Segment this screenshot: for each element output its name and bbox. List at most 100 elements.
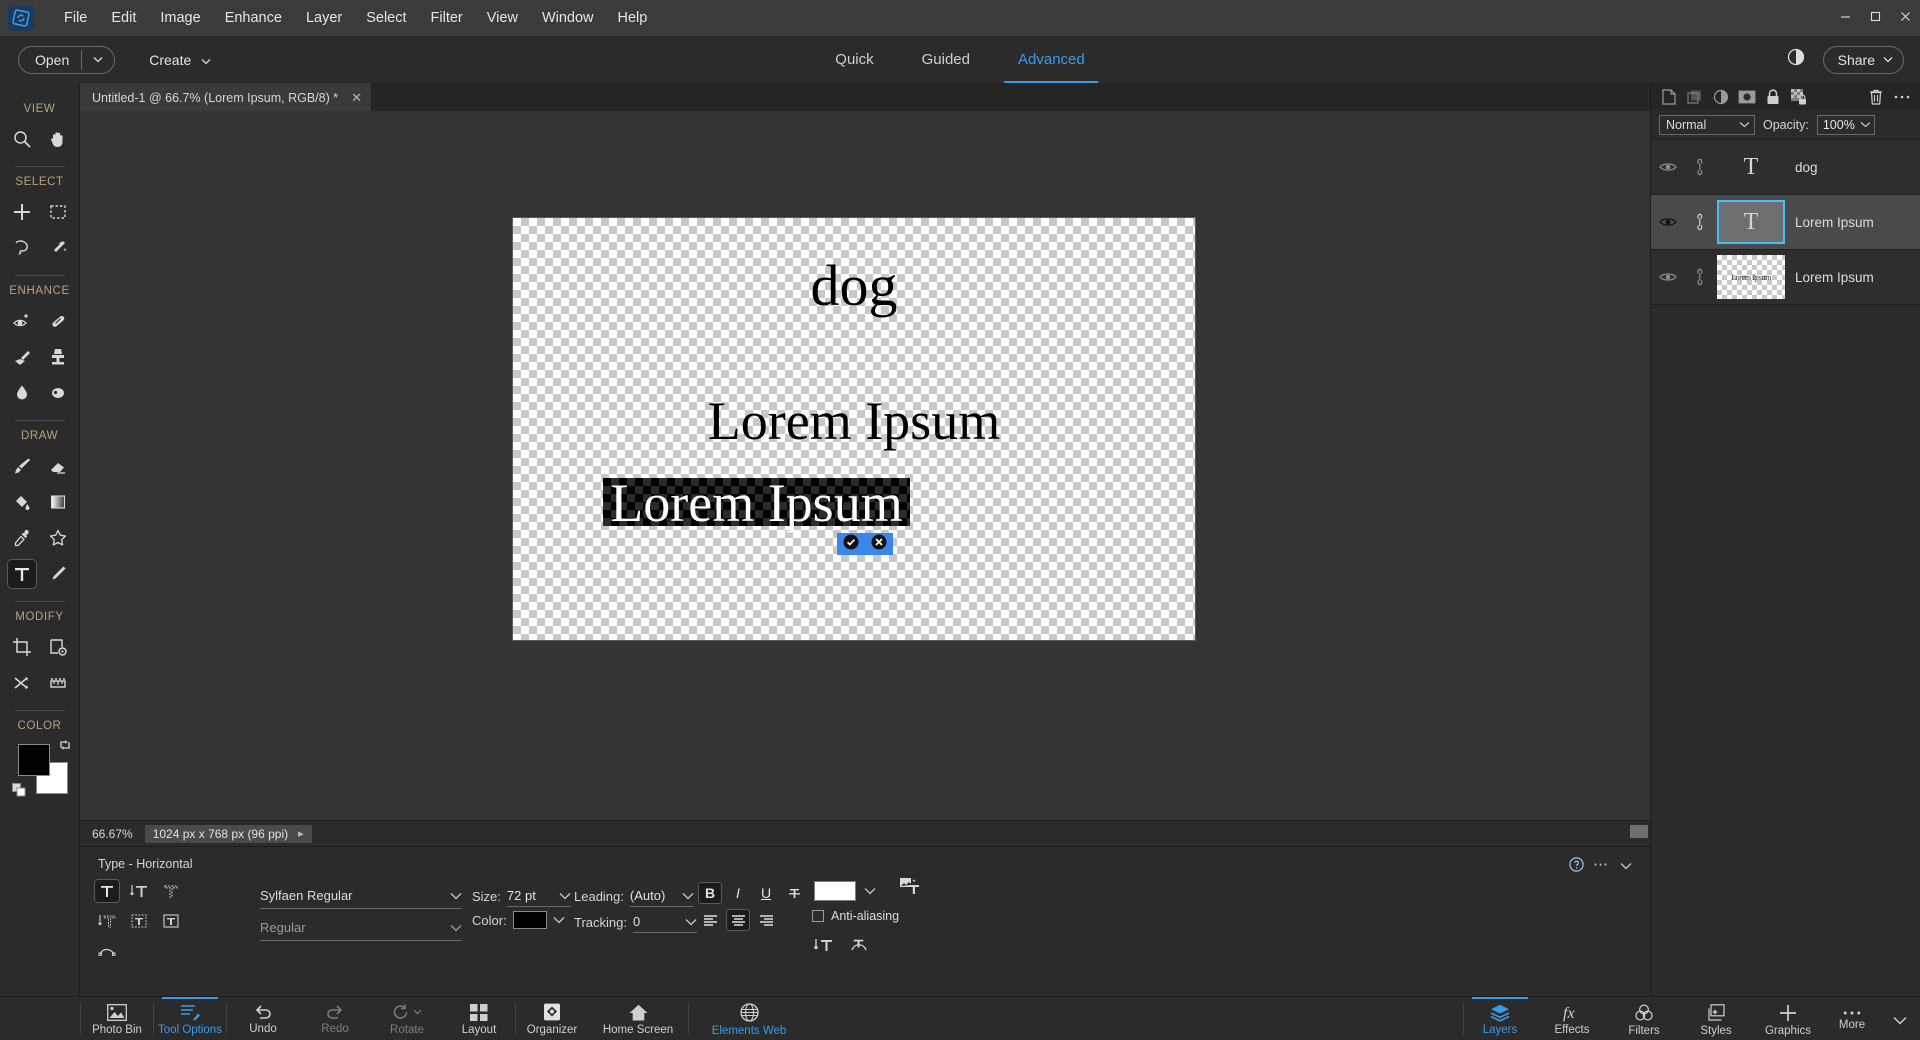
default-colors-icon[interactable] — [11, 783, 26, 802]
lock-icon[interactable] — [1763, 87, 1783, 107]
strikethrough-button[interactable] — [782, 882, 806, 904]
canvas-text-lorem-ipsum[interactable]: Lorem Ipsum — [513, 390, 1195, 452]
taskbar-item-undo[interactable]: Undo — [227, 997, 299, 1040]
gradient-tool[interactable] — [43, 487, 73, 517]
cancel-circle-icon[interactable] — [871, 534, 887, 555]
underline-button[interactable]: U — [754, 882, 778, 904]
layer-thumbnail[interactable]: Lorem Ipsum — [1717, 255, 1785, 299]
move-tool[interactable] — [7, 197, 37, 227]
recompose-tool[interactable] — [43, 632, 73, 662]
canvas-text-dog[interactable]: dog — [513, 252, 1195, 319]
layer-link-icon[interactable] — [1685, 158, 1711, 176]
layer-row[interactable]: T dog — [1651, 140, 1920, 195]
paint-bucket-tool[interactable] — [7, 487, 37, 517]
image-to-text-icon[interactable] — [900, 877, 920, 900]
canvas-text-lorem-ipsum-selected[interactable]: Lorem Ipsum — [603, 472, 910, 534]
swap-colors-icon[interactable] — [58, 738, 72, 757]
layer-visibility-icon[interactable] — [1651, 271, 1685, 283]
eraser-tool[interactable] — [43, 451, 73, 481]
menu-item-help[interactable]: Help — [606, 4, 660, 32]
maximize-icon[interactable] — [1860, 3, 1890, 29]
help-circle-icon[interactable] — [1569, 857, 1584, 877]
menu-item-filter[interactable]: Filter — [419, 4, 475, 32]
tab-quick[interactable]: Quick — [811, 36, 897, 83]
share-button[interactable]: Share — [1822, 45, 1904, 74]
layer-thumbnail[interactable]: T — [1717, 145, 1785, 189]
crop-tool[interactable] — [7, 632, 37, 662]
font-style-select[interactable]: Regular — [260, 915, 462, 941]
menu-item-view[interactable]: View — [475, 4, 530, 32]
menu-item-window[interactable]: Window — [530, 4, 606, 32]
canvas-area[interactable]: dog Lorem Ipsum Lorem Ipsum — [80, 111, 1650, 820]
document-tab[interactable]: Untitled-1 @ 66.7% (Lorem Ipsum, RGB/8) … — [80, 83, 372, 111]
tab-guided[interactable]: Guided — [898, 36, 994, 83]
blend-mode-select[interactable]: Normal — [1659, 114, 1755, 135]
layer-visibility-icon[interactable] — [1651, 216, 1685, 228]
taskbar-item-effects[interactable]: fx Effects — [1536, 997, 1608, 1040]
canvas-text-selection[interactable]: Lorem Ipsum — [603, 473, 910, 533]
taskbar-item-photo-bin[interactable]: Photo Bin — [81, 997, 153, 1040]
layer-row[interactable]: T Lorem Ipsum — [1651, 195, 1920, 250]
layer-link-icon[interactable] — [1685, 268, 1711, 286]
taskbar-item-elements-web[interactable]: Elements Web — [689, 997, 809, 1040]
vertical-type-mask-tool-button[interactable] — [94, 909, 120, 933]
zoom-tool[interactable] — [7, 124, 37, 154]
toggle-text-orientation-icon[interactable] — [813, 937, 834, 958]
horizontal-type-tool-button[interactable] — [94, 879, 120, 903]
rectangular-marquee-tool[interactable] — [43, 197, 73, 227]
eyedropper-tool[interactable] — [7, 523, 37, 553]
warp-text-field[interactable] — [814, 881, 856, 901]
font-size-select[interactable]: 72 pt — [506, 885, 571, 907]
layer-link-icon[interactable] — [1685, 213, 1711, 231]
lock-transparency-icon[interactable] — [1789, 87, 1809, 107]
more-dots-icon[interactable]: ⋯ — [1593, 855, 1608, 873]
duplicate-layer-icon[interactable] — [1685, 87, 1705, 107]
align-left-button[interactable] — [698, 909, 722, 931]
taskbar-item-home-screen[interactable]: Home Screen — [588, 997, 688, 1040]
tracking-select[interactable]: 0 — [632, 911, 697, 933]
opacity-input[interactable]: 100% — [1816, 114, 1875, 135]
layer-name[interactable]: dog — [1791, 160, 1818, 175]
lasso-tool[interactable] — [7, 233, 37, 263]
taskbar-item-layout[interactable]: Layout — [443, 997, 515, 1040]
hand-tool[interactable] — [43, 124, 73, 154]
chevron-down-icon[interactable] — [201, 52, 211, 68]
trash-icon[interactable] — [1866, 87, 1886, 107]
chevron-down-icon[interactable] — [82, 56, 114, 63]
document-dimensions[interactable]: 1024 px x 768 px (96 ppi) ▸ — [144, 824, 312, 843]
chevron-down-icon[interactable] — [553, 916, 565, 924]
new-layer-icon[interactable] — [1659, 87, 1679, 107]
chevron-down-icon[interactable] — [1620, 857, 1632, 875]
horizontal-type-mask-tool-button[interactable] — [158, 879, 184, 903]
red-eye-removal-tool[interactable] — [7, 306, 37, 336]
bold-button[interactable]: B — [698, 882, 722, 904]
content-aware-move-tool[interactable] — [7, 668, 37, 698]
layer-mask-icon[interactable] — [1737, 87, 1757, 107]
vertical-type-tool-button[interactable] — [126, 879, 152, 903]
close-icon[interactable]: ✕ — [348, 90, 365, 106]
sponge-tool[interactable] — [43, 378, 73, 408]
minimize-icon[interactable] — [1830, 3, 1860, 29]
tab-advanced[interactable]: Advanced — [994, 36, 1109, 83]
spot-healing-brush-tool[interactable] — [43, 306, 73, 336]
type-tool[interactable] — [6, 559, 37, 589]
taskbar-item-graphics[interactable]: Graphics — [1752, 997, 1824, 1040]
menu-item-image[interactable]: Image — [148, 4, 212, 32]
pencil-tool[interactable] — [43, 559, 73, 589]
chevron-right-icon[interactable]: ▸ — [298, 827, 304, 840]
italic-button[interactable]: I — [726, 882, 750, 904]
checkmark-circle-icon[interactable] — [843, 534, 859, 555]
zoom-level[interactable]: 66.67% — [80, 827, 145, 841]
half-circle-icon[interactable] — [1787, 48, 1805, 71]
custom-shape-tool[interactable] — [43, 523, 73, 553]
magic-wand-tool[interactable] — [43, 233, 73, 263]
horizontal-scrollbar[interactable] — [1630, 825, 1648, 838]
create-button[interactable]: Create — [139, 46, 211, 74]
text-on-path-options-icon[interactable] — [850, 937, 868, 958]
open-button[interactable]: Open — [18, 45, 116, 74]
menu-item-file[interactable]: File — [52, 4, 99, 32]
smart-brush-tool[interactable] — [7, 342, 37, 372]
close-icon[interactable] — [1890, 3, 1920, 29]
text-on-custom-path-tool-button[interactable] — [94, 939, 120, 963]
taskbar-item-filters[interactable]: Filters — [1608, 997, 1680, 1040]
